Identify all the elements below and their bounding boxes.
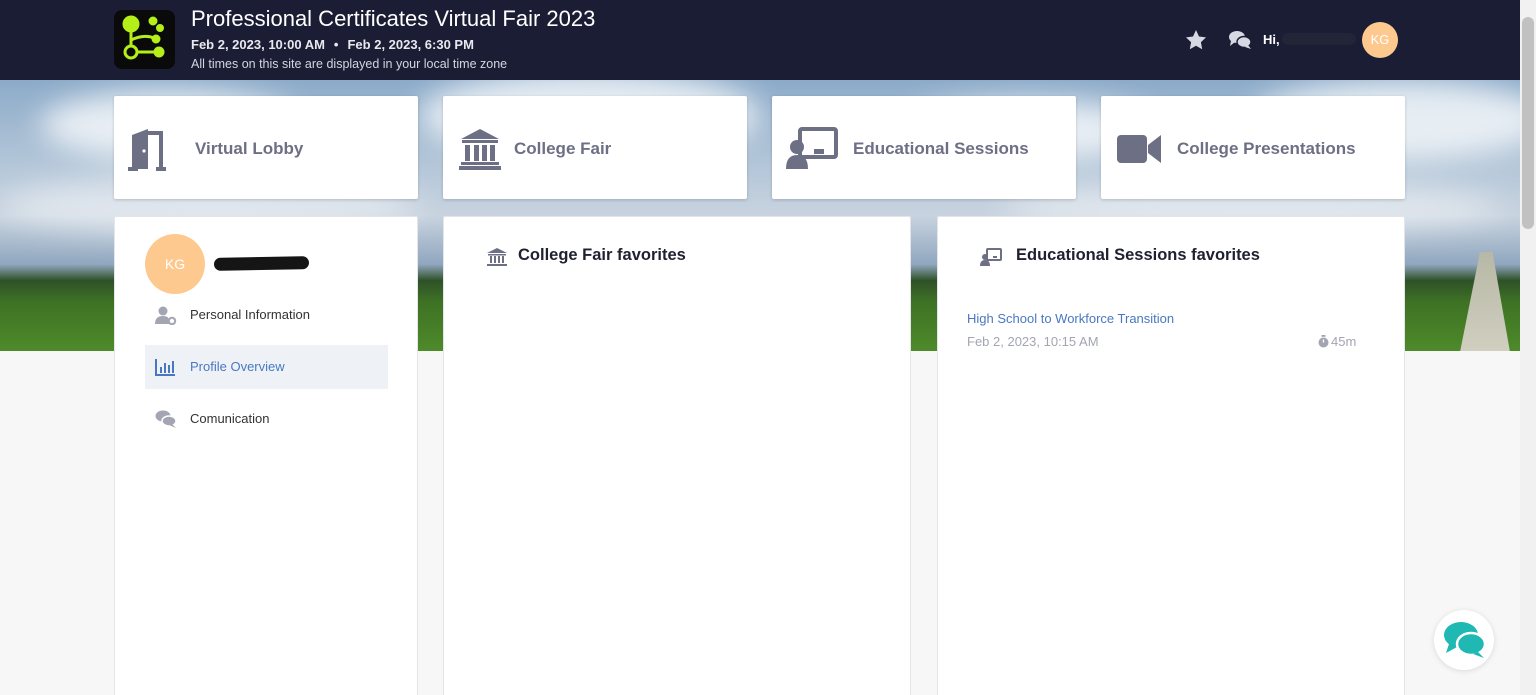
user-gear-icon [155,306,177,325]
redacted-profile-name [213,256,310,271]
nav-tile-college-presentations[interactable]: College Presentations [1101,96,1405,199]
nav-tile-label: Educational Sessions [853,139,1029,158]
event-end: Feb 2, 2023, 6:30 PM [347,37,474,52]
presenter-board-icon [786,127,838,169]
door-icon [128,129,166,171]
presenter-board-icon [980,248,1002,266]
date-separator: • [333,37,339,52]
menu-item-comunication[interactable]: Comunication [145,397,388,441]
event-title: Professional Certificates Virtual Fair 2… [191,6,596,31]
menu-item-label: Comunication [190,411,270,426]
chat-bubbles-icon [155,410,177,428]
video-camera-icon [1117,135,1161,163]
live-chat-button[interactable] [1434,610,1494,670]
session-date: Feb 2, 2023, 10:15 AM [967,334,1099,349]
network-logo-icon [122,15,165,60]
menu-item-personal-information[interactable]: Personal Information [145,293,388,337]
panel-title: College Fair favorites [518,246,686,264]
profile-panel: KG Personal Information Profile Overview… [114,216,418,695]
stopwatch-icon [1318,335,1329,348]
institution-icon [459,129,501,170]
app-logo[interactable] [114,10,175,69]
session-duration-value: 45m [1331,334,1357,349]
menu-item-label: Profile Overview [190,359,285,374]
nav-tile-educational-sessions[interactable]: Educational Sessions [772,96,1076,199]
redacted-username [1282,33,1356,45]
top-bar: Professional Certificates Virtual Fair 2… [0,0,1520,80]
event-dates: Feb 2, 2023, 10:00 AM • Feb 2, 2023, 6:30 … [191,37,474,52]
chat-bubbles-icon[interactable] [1228,28,1252,52]
profile-avatar: KG [145,234,205,294]
session-duration: 45m [1318,334,1356,349]
country-road [1460,252,1510,351]
nav-tile-label: College Presentations [1177,139,1356,158]
session-link[interactable]: High School to Workforce Transition [967,311,1174,326]
nav-tile-label: Virtual Lobby [195,139,304,158]
institution-icon [487,248,507,266]
educational-sessions-favorites-panel: Educational Sessions favorites High Scho… [937,216,1405,695]
menu-item-label: Personal Information [190,307,310,322]
timezone-note: All times on this site are displayed in … [191,57,508,71]
menu-item-profile-overview[interactable]: Profile Overview [145,345,388,389]
nav-tile-virtual-lobby[interactable]: Virtual Lobby [114,96,418,199]
nav-tile-label: College Fair [514,139,612,158]
college-fair-favorites-panel: College Fair favorites [443,216,911,695]
scrollbar-thumb[interactable] [1522,17,1534,229]
greeting: Hi, [1263,32,1280,47]
nav-tile-college-fair[interactable]: College Fair [443,96,747,199]
bar-chart-icon [155,359,175,376]
chat-bubbles-icon [1444,622,1487,658]
user-avatar[interactable]: KG [1362,22,1398,58]
event-start: Feb 2, 2023, 10:00 AM [191,37,325,52]
star-icon[interactable] [1184,28,1208,52]
panel-title: Educational Sessions favorites [1016,246,1260,264]
